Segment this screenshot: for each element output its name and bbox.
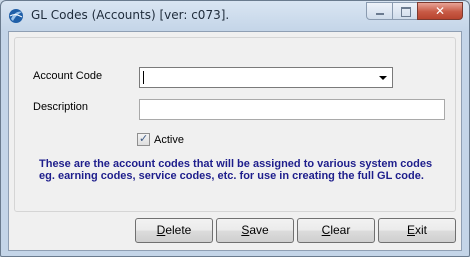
exit-button[interactable]: Exit: [378, 218, 456, 243]
account-code-label: Account Code: [33, 70, 103, 82]
checkmark-icon: ✓: [139, 132, 149, 145]
save-label: ave: [249, 223, 269, 237]
window-title: GL Codes (Accounts) [ver: c073].: [31, 8, 230, 22]
clear-label: lear: [330, 223, 351, 237]
save-button[interactable]: Save: [216, 218, 294, 243]
maximize-button[interactable]: [392, 2, 418, 20]
gl-codes-window: GL Codes (Accounts) [ver: c073]. ✕ Accou…: [0, 0, 470, 257]
description-field[interactable]: [139, 99, 445, 120]
client-area: Account Code Description ✓ Active These …: [8, 31, 462, 251]
active-label: Active: [154, 134, 184, 146]
account-code-combobox[interactable]: [139, 67, 393, 88]
delete-button[interactable]: Delete: [135, 218, 213, 243]
clear-button[interactable]: Clear: [297, 218, 375, 243]
title-bar[interactable]: GL Codes (Accounts) [ver: c073]. ✕: [1, 1, 469, 31]
info-text: These are the account codes that will be…: [39, 158, 433, 182]
minimize-icon: [376, 13, 384, 15]
chevron-down-icon: [379, 76, 387, 80]
description-label: Description: [33, 101, 89, 113]
maximize-icon: [401, 7, 411, 17]
app-icon: [9, 9, 23, 23]
minimize-button[interactable]: [366, 2, 393, 20]
exit-accesskey: E: [406, 223, 415, 237]
exit-label: xit: [415, 223, 427, 237]
dropdown-arrow-button[interactable]: [375, 69, 391, 86]
close-icon: ✕: [434, 4, 446, 18]
delete-accesskey: D: [156, 223, 166, 237]
active-checkbox[interactable]: ✓: [137, 132, 150, 146]
text-caret: [143, 71, 144, 84]
close-button[interactable]: ✕: [417, 2, 463, 20]
delete-label: elete: [165, 223, 192, 237]
form-group: Account Code Description ✓ Active These …: [14, 37, 456, 212]
